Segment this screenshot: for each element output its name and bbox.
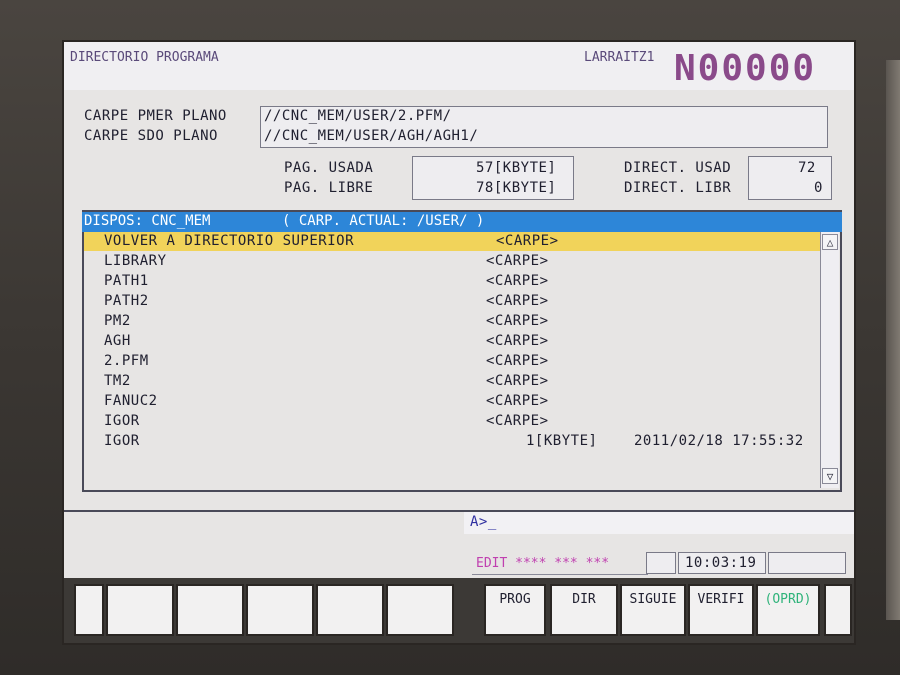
dir-free-value: 0 [814,180,823,196]
file-name: VOLVER A DIRECTORIO SUPERIOR [104,233,355,249]
device-header: DISPOS: CNC_MEM ( CARP. ACTUAL: /USER/ ) [82,212,842,232]
file-name: 2.PFM [104,353,149,369]
used-memory-label: PAG. USADA [284,160,374,176]
file-name: PATH1 [104,273,149,289]
dir-free-label: DIRECT. LIBR [624,180,732,196]
dir-used-label: DIRECT. USAD [624,160,732,176]
scroll-up-icon[interactable]: △ [822,234,838,250]
cnc-screen: DIRECTORIO PROGRAMA LARRAITZ1 N00000 CAR… [62,40,856,645]
file-name: PATH2 [104,293,149,309]
input-prompt[interactable]: A>_ [470,514,497,530]
status-cell [646,552,676,574]
scroll-down-icon[interactable]: ▽ [822,468,838,484]
file-name: TM2 [104,373,131,389]
status-cell-empty [768,552,846,574]
softkey-label: SIGUIE [629,592,677,607]
list-item[interactable] [84,372,820,391]
softkey-verifi[interactable]: VERIFI [688,584,754,636]
foreground-folder-path: //CNC_MEM/USER/2.PFM/ [264,108,452,124]
machine-name: LARRAITZ1 [584,50,655,65]
softkey-siguie[interactable]: SIGUIE [620,584,686,636]
file-size: <CARPE> [486,353,549,369]
softkey-label: PROG [499,592,531,607]
side-panel-edge [886,60,900,620]
list-item[interactable] [84,412,820,431]
list-item[interactable] [84,292,820,311]
softkey-blank[interactable] [824,584,852,636]
file-size: <CARPE> [486,253,549,269]
free-memory-label: PAG. LIBRE [284,180,374,196]
file-size: <CARPE> [486,393,549,409]
file-size: <CARPE> [486,413,549,429]
softkey-blank[interactable] [316,584,384,636]
file-name: LIBRARY [104,253,167,269]
file-size: <CARPE> [496,233,559,249]
background-folder-label: CARPE SDO PLANO [84,128,218,144]
softkey-label: VERIFI [697,592,745,607]
background-folder-path: //CNC_MEM/USER/AGH/AGH1/ [264,128,479,144]
list-item[interactable] [84,252,820,271]
clock-field: 10:03:19 [678,552,766,574]
mode-status: EDIT **** *** *** [476,556,610,571]
softkey-label: DIR [572,592,596,607]
softkey-blank[interactable] [386,584,454,636]
clock-time: 10:03:19 [685,555,757,571]
file-size: <CARPE> [486,293,549,309]
file-size: <CARPE> [486,333,549,349]
file-name: FANUC2 [104,393,158,409]
file-size: <CARPE> [486,373,549,389]
file-name: IGOR [104,433,140,449]
list-item[interactable] [84,312,820,331]
list-item[interactable] [84,272,820,291]
list-item[interactable] [84,392,820,411]
file-size: <CARPE> [486,313,549,329]
softkey-blank[interactable] [74,584,104,636]
device-label: DISPOS: CNC_MEM [84,213,211,229]
free-memory-value: 78[KBYTE] [476,180,557,196]
program-number: N00000 [674,48,817,89]
file-name: IGOR [104,413,140,429]
current-folder: ( CARP. ACTUAL: /USER/ ) [282,213,485,229]
file-date: 2011/02/18 17:55:32 [634,433,804,449]
foreground-folder-label: CARPE PMER PLANO [84,108,227,124]
softkey-blank[interactable] [176,584,244,636]
screen-title: DIRECTORIO PROGRAMA [70,50,219,65]
dir-used-value: 72 [798,160,816,176]
softkey-bar: PROG DIR SIGUIE VERIFI (OPRD) [64,578,854,643]
softkey-oprd[interactable]: (OPRD) [756,584,820,636]
softkey-blank[interactable] [106,584,174,636]
scrollbar[interactable]: △ ▽ [820,232,839,488]
input-line[interactable]: A>_ [464,512,854,534]
mode-field: EDIT **** *** *** [472,552,648,575]
file-name: PM2 [104,313,131,329]
list-item[interactable] [84,352,820,371]
softkey-prog[interactable]: PROG [484,584,546,636]
softkey-blank[interactable] [246,584,314,636]
list-item[interactable] [84,332,820,351]
softkey-dir[interactable]: DIR [550,584,618,636]
used-memory-value: 57[KBYTE] [476,160,557,176]
file-size: 1[KBYTE] [526,433,598,449]
softkey-label: (OPRD) [764,592,812,607]
file-size: <CARPE> [486,273,549,289]
file-name: AGH [104,333,131,349]
